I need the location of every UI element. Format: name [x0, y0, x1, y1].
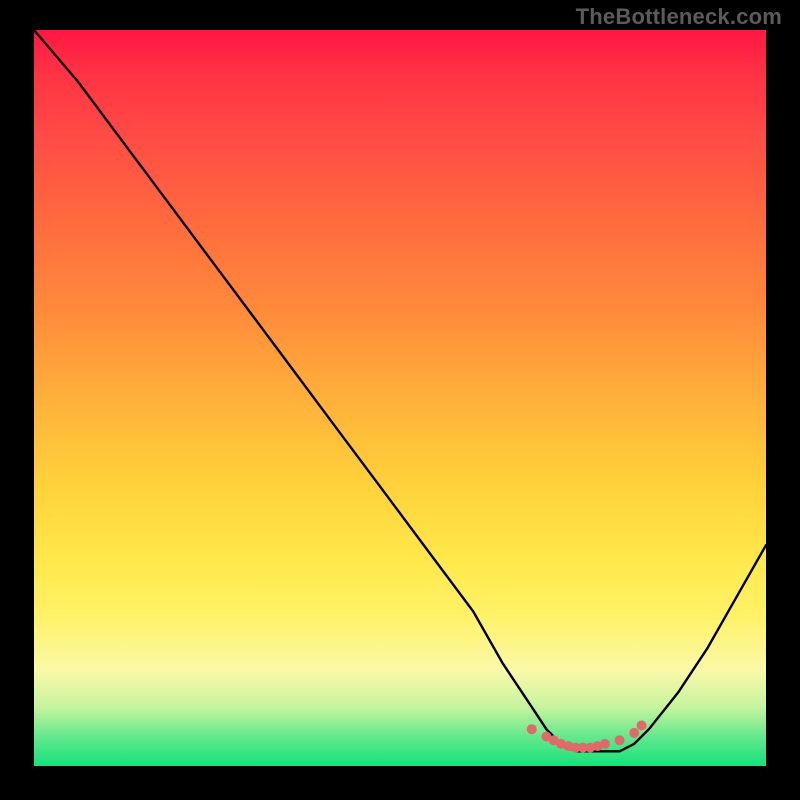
watermark-text: TheBottleneck.com [576, 4, 782, 30]
optimal-marker [600, 739, 610, 749]
plot-area [34, 30, 766, 766]
optimal-marker [629, 728, 639, 738]
curve-svg [34, 30, 766, 766]
optimal-marker [637, 721, 647, 731]
optimal-marker [615, 735, 625, 745]
bottleneck-curve-path [34, 30, 766, 751]
chart-container: TheBottleneck.com [0, 0, 800, 800]
optimal-marker [527, 724, 537, 734]
